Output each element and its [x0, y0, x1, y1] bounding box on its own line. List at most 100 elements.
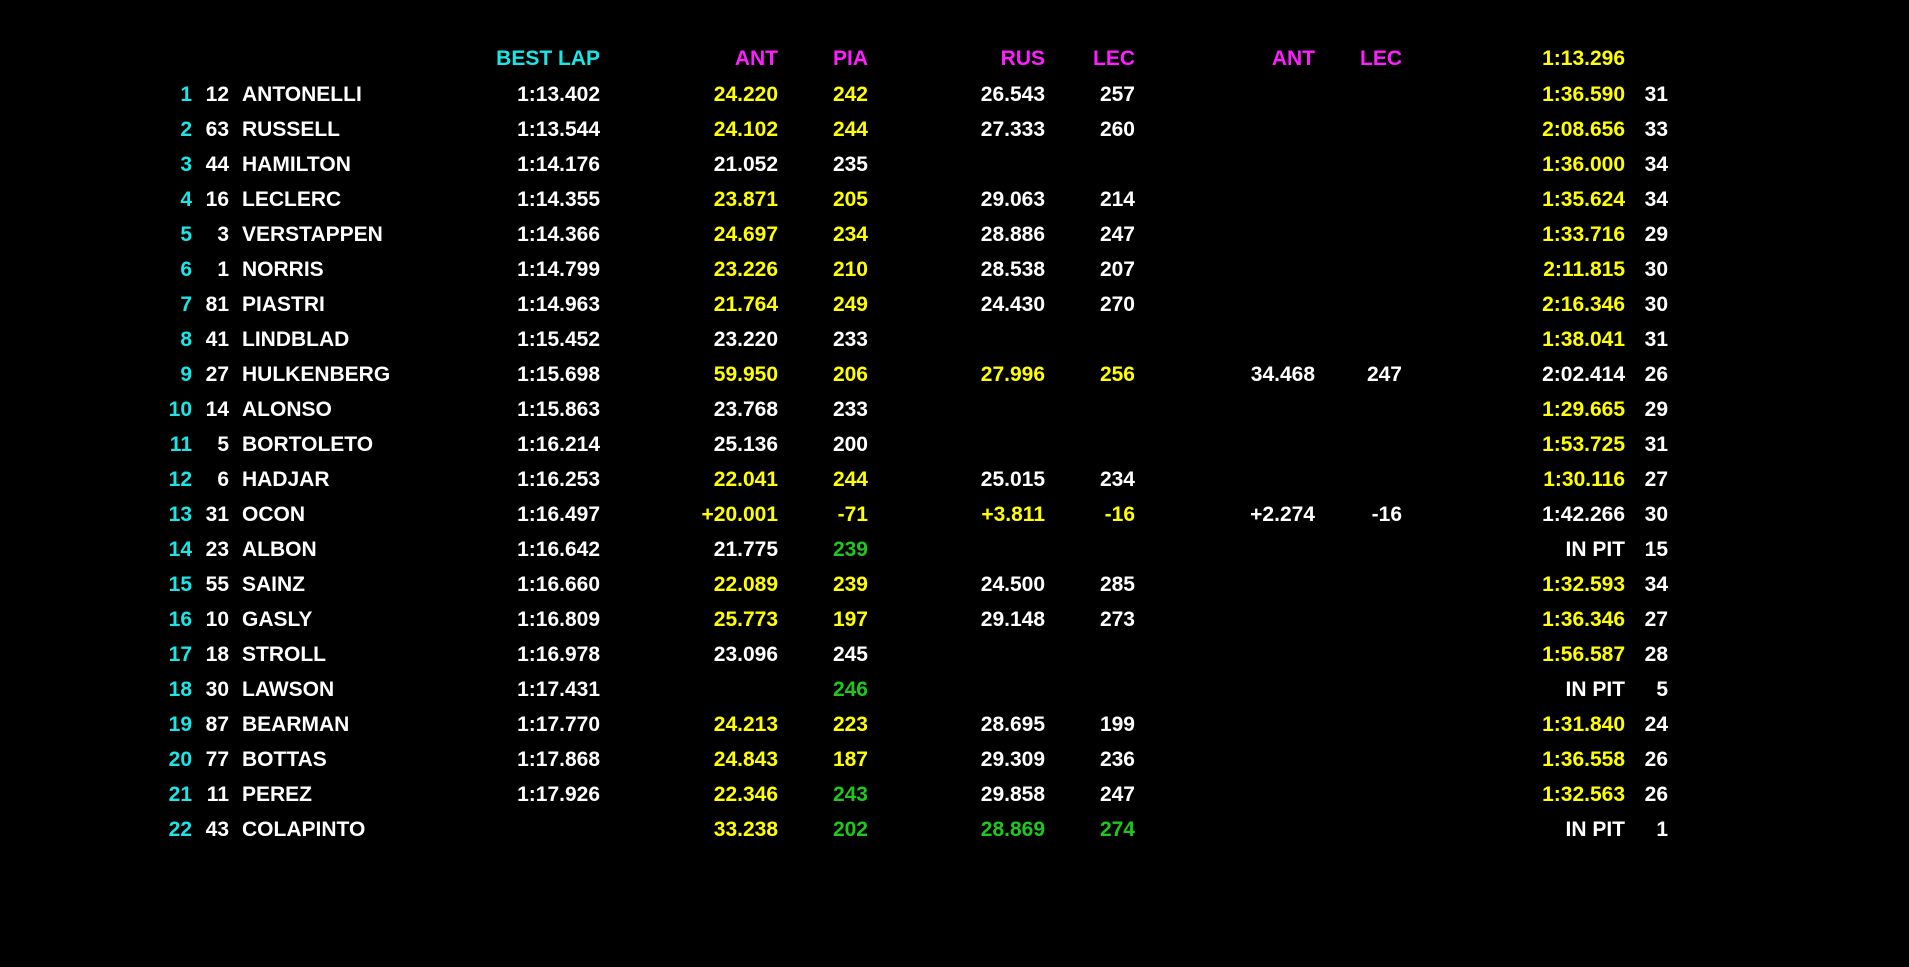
header-sector2-driver-b: LEC [1093, 47, 1135, 70]
car-number: 3 [217, 223, 229, 246]
lap-count: 34 [1644, 573, 1668, 596]
sector3-speed [1320, 710, 1402, 740]
sector2-time [925, 395, 1045, 425]
sector1-time: 22.346 [713, 783, 778, 806]
driver-name: BOTTAS [242, 748, 327, 771]
last-lap-time: 1:56.587 [1542, 643, 1625, 666]
lap-count: 1 [1656, 818, 1668, 841]
best-lap-time: 1:13.402 [517, 83, 600, 106]
sector3-time [1195, 325, 1315, 355]
position-number: 7 [180, 293, 192, 316]
sector1-time: 24.843 [713, 748, 778, 771]
sector3-time [1195, 570, 1315, 600]
last-lap-time: 1:33.716 [1542, 223, 1625, 246]
last-lap-time: 2:08.656 [1542, 118, 1625, 141]
position-number: 11 [169, 433, 192, 456]
sector2-time [925, 640, 1045, 670]
table-row: 1 12 ANTONELLI 1:13.402 24.220 242 26.543 257 1:… [0, 80, 1909, 110]
lap-count: 26 [1644, 748, 1668, 771]
sector3-speed [1320, 605, 1402, 635]
sector1-speed: 233 [832, 398, 868, 421]
car-number: 55 [205, 573, 229, 596]
sector3-speed [1320, 675, 1402, 705]
sector3-time [1195, 780, 1315, 810]
header-sector2-driver-a: RUS [1000, 47, 1045, 70]
best-lap-time: 1:17.926 [517, 783, 600, 806]
sector2-speed [1055, 395, 1135, 425]
car-number: 5 [217, 433, 229, 456]
best-lap-time: 1:15.698 [517, 363, 600, 386]
car-number: 1 [217, 258, 229, 281]
sector2-speed: 270 [1099, 293, 1135, 316]
last-lap-time: 1:32.593 [1542, 573, 1625, 596]
table-row: 20 77 BOTTAS 1:17.868 24.843 187 29.309 236 1:36… [0, 745, 1909, 775]
position-number: 6 [180, 258, 192, 281]
sector1-speed: 200 [832, 433, 868, 456]
position-number: 19 [168, 713, 192, 736]
sector2-time: 29.063 [980, 188, 1045, 211]
driver-name: ANTONELLI [242, 83, 362, 106]
sector2-time: 26.543 [980, 83, 1045, 106]
best-lap-time: 1:13.544 [517, 118, 600, 141]
sector2-speed [1055, 535, 1135, 565]
last-lap-time: 1:36.558 [1542, 748, 1625, 771]
position-number: 18 [168, 678, 192, 701]
last-lap-time: IN PIT [1565, 818, 1625, 841]
sector1-time: 22.089 [713, 573, 778, 596]
sector1-speed: 239 [832, 573, 868, 596]
best-lap-time: 1:16.214 [517, 433, 600, 456]
car-number: 44 [205, 153, 229, 176]
last-lap-time: 1:32.563 [1542, 783, 1625, 806]
sector1-time: 23.096 [713, 643, 778, 666]
car-number: 81 [205, 293, 229, 316]
driver-name: HULKENBERG [242, 363, 391, 386]
sector3-speed [1320, 185, 1402, 215]
best-lap-time: 1:16.660 [517, 573, 600, 596]
sector1-speed: 223 [832, 713, 868, 736]
table-row: 13 31 OCON 1:16.497 +20.001 -71 +3.811 -16 +2.27… [0, 500, 1909, 530]
sector3-speed: 247 [1366, 363, 1402, 386]
last-lap-time: 1:35.624 [1542, 188, 1625, 211]
last-lap-time: 1:29.665 [1542, 398, 1625, 421]
sector1-time: 25.773 [713, 608, 778, 631]
sector2-time: 27.333 [980, 118, 1045, 141]
driver-name: LINDBLAD [242, 328, 350, 351]
lap-count: 15 [1644, 538, 1668, 561]
last-lap-time: 1:30.116 [1543, 468, 1625, 491]
timing-board: BEST LAP ANT PIA RUS LEC ANT LEC 1:13.29… [0, 0, 1909, 967]
table-row: 10 14 ALONSO 1:15.863 23.768 233 1:29.665 29 [0, 395, 1909, 425]
sector2-time: 25.015 [980, 468, 1045, 491]
table-row: 5 3 VERSTAPPEN 1:14.366 24.697 234 28.886 247 1:… [0, 220, 1909, 250]
sector1-time: +20.001 [701, 503, 779, 526]
header-last-lap-reference: 1:13.296 [1542, 47, 1625, 70]
car-number: 23 [205, 538, 229, 561]
sector1-speed: 205 [832, 188, 868, 211]
car-number: 6 [217, 468, 229, 491]
sector1-speed: 233 [832, 328, 868, 351]
table-row: 14 23 ALBON 1:16.642 21.775 239 IN PIT 15 [0, 535, 1909, 565]
sector2-speed: 234 [1099, 468, 1135, 491]
table-row: 18 30 LAWSON 1:17.431 246 IN PIT 5 [0, 675, 1909, 705]
sector1-speed: 243 [832, 783, 868, 806]
sector1-speed: -71 [837, 503, 868, 526]
sector3-time [1195, 710, 1315, 740]
position-number: 20 [168, 748, 192, 771]
car-number: 31 [205, 503, 229, 526]
last-lap-time: 1:31.840 [1542, 713, 1625, 736]
sector3-time [1195, 150, 1315, 180]
sector1-speed: 242 [832, 83, 868, 106]
car-number: 18 [205, 643, 229, 666]
sector3-time [1195, 115, 1315, 145]
sector2-time: 28.869 [980, 818, 1045, 841]
driver-name: OCON [242, 503, 305, 526]
sector1-time: 23.226 [713, 258, 778, 281]
car-number: 63 [205, 118, 229, 141]
sector1-time: 23.768 [713, 398, 778, 421]
position-number: 12 [168, 468, 192, 491]
last-lap-time: 2:11.815 [1543, 258, 1625, 281]
sector1-speed: 244 [832, 468, 868, 491]
driver-name: BORTOLETO [242, 433, 374, 456]
last-lap-time: 1:36.346 [1542, 608, 1625, 631]
best-lap-time: 1:17.770 [517, 713, 600, 736]
driver-name: ALONSO [242, 398, 332, 421]
